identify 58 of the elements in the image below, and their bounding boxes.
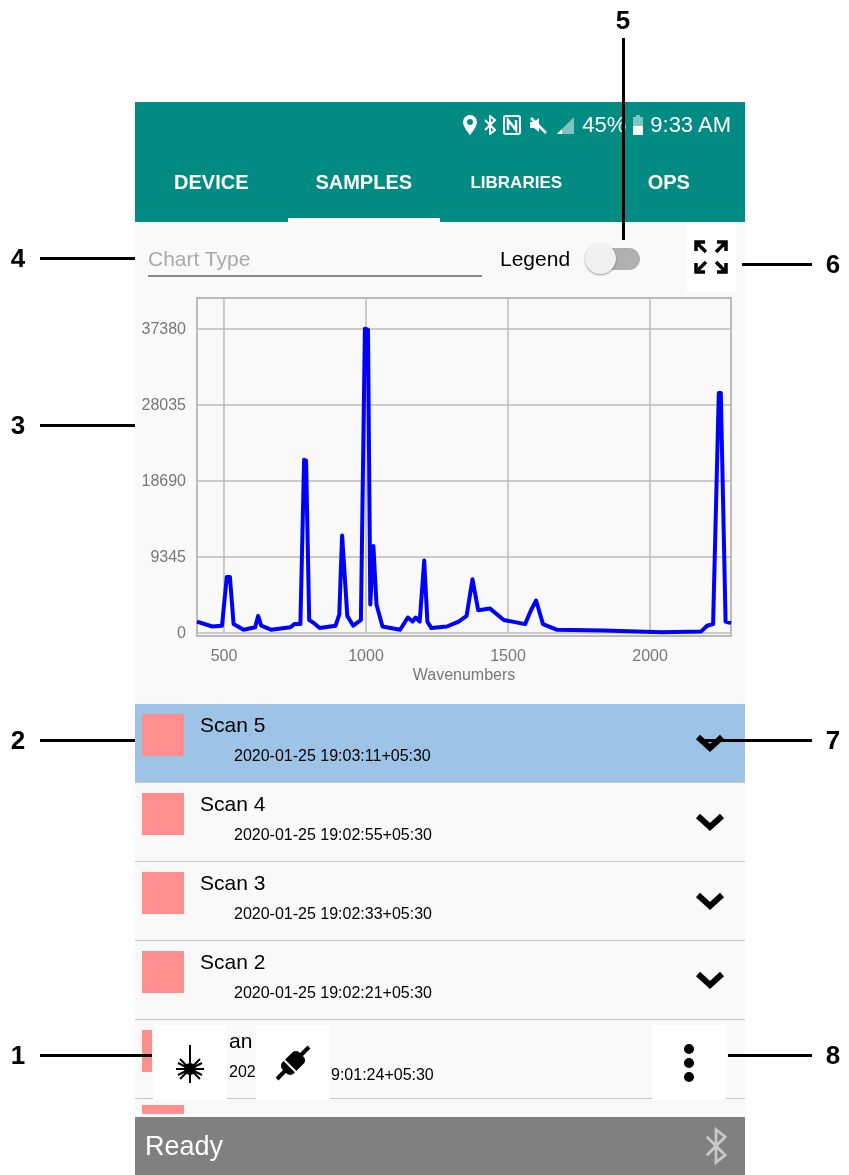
bluetooth-icon <box>484 114 497 135</box>
x-tick-label: 2000 <box>632 647 668 664</box>
disconnect-button[interactable] <box>256 1025 330 1100</box>
tab[interactable]: OPS <box>592 147 745 222</box>
x-tick-label: 1500 <box>490 647 526 664</box>
callout-number: 6 <box>824 248 842 280</box>
scan-row[interactable]: Scan 2 2020-01-25 19:02:21+05:30 <box>135 941 745 1020</box>
scan-name: Scan 4 <box>200 792 267 816</box>
callout-number: 8 <box>824 1039 842 1071</box>
scan-name: Scan 2 <box>200 950 267 974</box>
clock-time: 9:33 AM <box>650 111 731 138</box>
leader-line <box>742 263 812 266</box>
battery-icon <box>633 114 644 135</box>
scan-row[interactable]: Scan 4 2020-01-25 19:02:55+05:30 <box>135 783 745 862</box>
bluetooth-icon <box>705 1126 727 1166</box>
scan-row[interactable]: Scan 5 2020-01-25 19:03:11+05:30 <box>135 704 745 783</box>
callout-number: 4 <box>9 242 27 274</box>
tab[interactable]: DEVICE <box>135 147 288 222</box>
scan-date: 2020-01-25 19:02:55+05:30 <box>234 826 433 844</box>
laser-button[interactable] <box>153 1025 227 1100</box>
chevron-down-icon[interactable] <box>695 891 725 911</box>
location-icon <box>463 114 478 135</box>
more-vert-icon <box>683 1042 695 1083</box>
chart-type-field[interactable]: Chart Type <box>148 243 482 277</box>
scan-date: 202 <box>229 1063 257 1081</box>
chevron-down-icon[interactable] <box>695 970 725 990</box>
chevron-down-icon[interactable] <box>695 733 725 753</box>
scan-row[interactable]: Scan 3 2020-01-25 19:02:33+05:30 <box>135 862 745 941</box>
scan-name: Scan 5 <box>200 713 267 737</box>
callout-number: 1 <box>9 1039 27 1071</box>
scan-date: 2020-01-25 19:03:11+05:30 <box>234 747 432 765</box>
x-tick-label: 1000 <box>348 647 384 664</box>
legend-label: Legend <box>500 247 571 271</box>
y-tick-label: 9345 <box>150 548 186 565</box>
scan-name: Scan 3 <box>200 871 267 895</box>
x-axis-title: Wavenumbers <box>412 666 516 683</box>
scan-date: 2020-01-25 19:02:21+05:30 <box>234 984 433 1002</box>
y-tick-label: 18690 <box>141 472 186 489</box>
chevron-down-icon[interactable] <box>695 812 725 832</box>
mute-icon <box>528 114 549 135</box>
y-tick-label: 0 <box>177 624 186 641</box>
more-button[interactable] <box>652 1025 726 1100</box>
tab[interactable]: LIBRARIES <box>440 147 593 222</box>
x-tick-label: 500 <box>210 647 238 664</box>
scan-date: 9:01:24+05:30 <box>331 1066 434 1084</box>
tab[interactable]: SAMPLES <box>287 147 440 222</box>
callout-number: 3 <box>9 409 27 441</box>
fullscreen-button[interactable] <box>686 222 736 292</box>
y-tick-label: 28035 <box>141 396 186 413</box>
nfc-icon <box>503 114 522 135</box>
callout-number: 7 <box>824 724 842 756</box>
expand-icon <box>693 239 729 275</box>
scan-date: 2020-01-25 19:02:33+05:30 <box>234 905 433 923</box>
y-tick-label: 37380 <box>141 320 186 337</box>
callout-number: 5 <box>614 4 632 36</box>
status-text: Ready <box>145 1130 224 1162</box>
callout-number: 2 <box>9 724 27 756</box>
scan-name: an <box>229 1029 254 1053</box>
